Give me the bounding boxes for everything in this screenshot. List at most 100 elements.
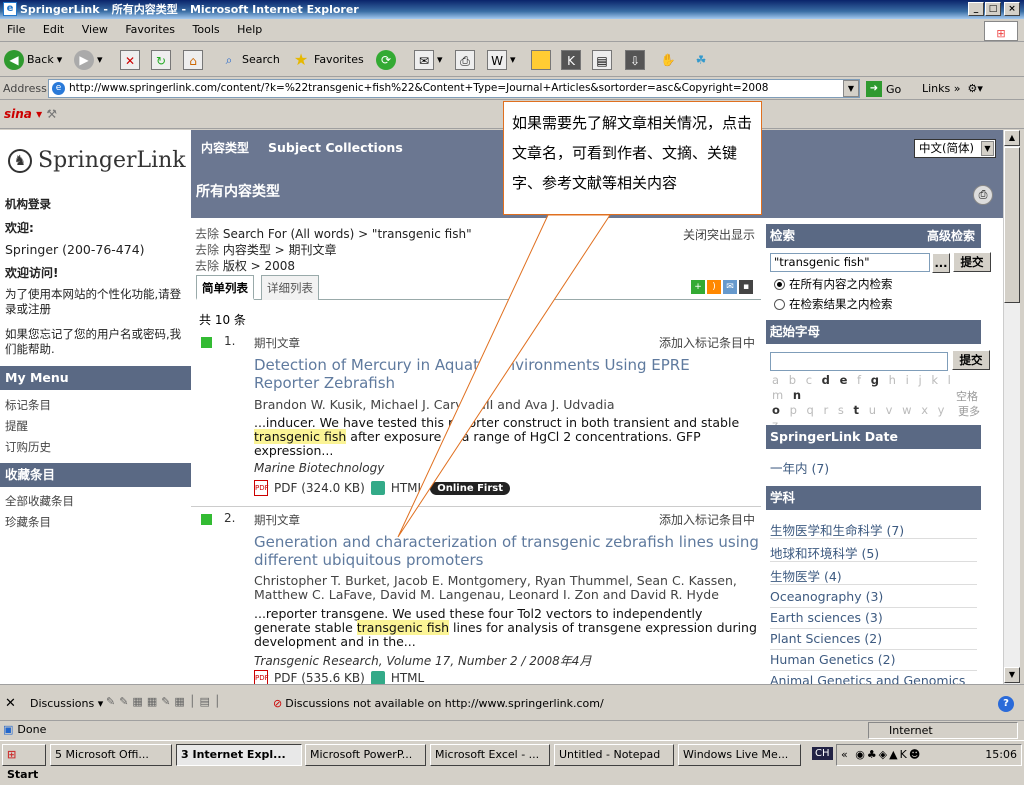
pdf-link[interactable]: PDF (535.6 KB) — [274, 671, 365, 684]
subject-link[interactable]: 生物医学和生命科学 (7) — [770, 520, 904, 539]
media-button[interactable]: ⟳ — [376, 48, 396, 72]
vertical-scrollbar[interactable]: ▲ ▼ — [1003, 130, 1020, 684]
institution-login-link[interactable]: 机构登录 — [5, 196, 51, 212]
html-link[interactable]: HTML — [391, 671, 424, 684]
subject-link[interactable]: Earth sciences (3) — [770, 610, 883, 625]
advanced-search-link[interactable]: 高级检索 — [927, 224, 975, 248]
tool-film-button[interactable]: ▤ — [592, 48, 612, 72]
task-excel[interactable]: Microsoft Excel - ... — [430, 744, 550, 766]
result-journal-link[interactable]: Marine Biotechnology — [254, 461, 384, 475]
task-live-messenger[interactable]: Windows Live Me... — [678, 744, 801, 766]
menu-favorites[interactable]: Favorites — [118, 20, 182, 36]
links-button[interactable]: Links » ⚙▾ — [922, 82, 983, 95]
mymenu-item-orders[interactable]: 订购历史 — [5, 439, 51, 455]
favorites-button[interactable]: ★ Favorites — [291, 48, 364, 72]
task-ie[interactable]: 3 Internet Expl... — [176, 744, 302, 766]
subject-link[interactable]: Animal Genetics and Genomics — [770, 673, 965, 684]
rss-icon[interactable]: ) — [707, 280, 721, 294]
html-link[interactable]: HTML — [391, 481, 424, 495]
notes-button[interactable] — [531, 48, 551, 72]
add-to-marked-link[interactable]: 添加入标记条目中 — [659, 334, 755, 351]
task-powerpoint[interactable]: Microsoft PowerP... — [305, 744, 426, 766]
address-dropdown[interactable]: ▼ — [843, 80, 859, 97]
mymenu-item-marked[interactable]: 标记条目 — [5, 397, 51, 413]
subject-link[interactable]: Plant Sciences (2) — [770, 631, 882, 646]
discussions-menu[interactable]: Discussions ▾ — [30, 697, 103, 710]
start-button[interactable]: ⊞ Start — [2, 744, 46, 781]
start-letter-input[interactable] — [770, 352, 948, 371]
menu-help[interactable]: Help — [230, 20, 269, 36]
go-button[interactable]: ➜ Go — [866, 81, 901, 97]
scroll-thumb[interactable] — [1004, 147, 1020, 303]
remove-filter-link[interactable]: 去除 — [195, 243, 219, 257]
minimize-button[interactable]: _ — [968, 2, 984, 16]
tool-k-button[interactable]: K — [561, 48, 581, 72]
tab-content-types[interactable]: 内容类型 — [201, 139, 249, 156]
add-icon[interactable]: + — [691, 280, 705, 294]
result-journal-link[interactable]: Transgenic Research, Volume 17, Number 2… — [254, 652, 591, 669]
tab-detailed-list[interactable]: 详细列表 — [261, 275, 319, 300]
search-submit-button[interactable]: 提交 — [953, 252, 991, 272]
letter-d-link[interactable]: d — [822, 373, 833, 387]
menu-edit[interactable]: Edit — [36, 20, 71, 36]
menu-view[interactable]: View — [75, 20, 115, 36]
tool-save-button[interactable]: ⇩ — [625, 48, 645, 72]
print-icon[interactable]: ⎙ — [973, 185, 993, 205]
subject-link[interactable]: 生物医学 (4) — [770, 566, 842, 585]
scroll-up-icon[interactable]: ▲ — [1004, 130, 1020, 146]
forgot-password-text[interactable]: 如果您忘记了您的用户名或密码,我们能帮助. — [5, 327, 187, 357]
search-button[interactable]: ⌕ Search — [219, 48, 280, 72]
search-input[interactable]: "transgenic fish" — [770, 253, 930, 272]
subject-link[interactable]: 地球和环境科学 (5) — [770, 543, 879, 562]
subject-link[interactable]: Oceanography (3) — [770, 589, 883, 604]
remove-filter-link[interactable]: 去除 — [195, 259, 219, 273]
close-button[interactable]: × — [1004, 2, 1020, 16]
search-options-button[interactable]: ... — [932, 253, 950, 273]
scroll-down-icon[interactable]: ▼ — [1004, 667, 1020, 683]
save-icon[interactable]: ▪ — [739, 280, 753, 294]
springerlink-logo[interactable]: ♞ SpringerLink — [8, 148, 186, 173]
forward-button[interactable]: ▶ ▾ — [74, 48, 103, 72]
pdf-link[interactable]: PDF (324.0 KB) — [274, 481, 365, 495]
collection-item-favorites[interactable]: 珍藏条目 — [5, 514, 51, 530]
close-icon[interactable]: ✕ — [5, 696, 16, 711]
add-to-marked-link[interactable]: 添加入标记条目中 — [659, 511, 755, 528]
letter-n-link[interactable]: n — [793, 388, 804, 402]
print-button[interactable]: ⎙ — [455, 48, 475, 72]
radio-search-all[interactable]: 在所有内容之内检索 — [774, 276, 893, 292]
refresh-button[interactable]: ↻ — [151, 48, 171, 72]
more-link[interactable]: 更多 — [958, 403, 980, 419]
letter-e-link[interactable]: e — [840, 373, 851, 387]
messenger-button[interactable]: ☘ — [691, 48, 711, 72]
back-button[interactable]: ◀ Back ▾ — [4, 48, 62, 72]
stop-button[interactable]: ✕ — [120, 48, 140, 72]
collection-item-all[interactable]: 全部收藏条目 — [5, 493, 74, 509]
letter-t-link[interactable]: t — [854, 403, 863, 417]
address-input[interactable]: e http://www.springerlink.com/content/?k=… — [48, 79, 860, 98]
sina-logo[interactable]: sina ▾ ⚒ — [4, 107, 57, 121]
personalize-text[interactable]: 为了使用本网站的个性化功能,请登录或注册 — [5, 287, 187, 317]
subject-link[interactable]: Human Genetics (2) — [770, 652, 895, 667]
space-link[interactable]: 空格 — [956, 388, 978, 404]
remove-filter-link[interactable]: 去除 — [195, 227, 219, 241]
maximize-button[interactable]: □ — [985, 2, 1001, 16]
tool-hand-button[interactable]: ✋ — [658, 48, 678, 72]
help-icon[interactable]: ? — [998, 696, 1014, 712]
menu-file[interactable]: File — [0, 20, 32, 36]
tray-icons[interactable]: « ◉♣◈▲K☻ — [837, 745, 922, 765]
result-title-link[interactable]: Detection of Mercury in Aquatic Environm… — [254, 356, 759, 392]
tab-subject-collections[interactable]: Subject Collections — [268, 140, 403, 155]
language-indicator[interactable]: CH — [812, 747, 833, 760]
letter-o-link[interactable]: o — [772, 403, 783, 417]
home-button[interactable]: ⌂ — [183, 48, 203, 72]
tab-simple-list[interactable]: 简单列表 — [196, 275, 254, 300]
email-icon[interactable]: ✉ — [723, 280, 737, 294]
result-title-link[interactable]: Generation and characterization of trans… — [254, 533, 759, 569]
task-office[interactable]: 5 Microsoft Offi... — [50, 744, 172, 766]
edit-button[interactable]: W ▾ — [487, 48, 516, 72]
radio-search-results[interactable]: 在检索结果之内检索 — [774, 296, 893, 312]
mail-button[interactable]: ✉ ▾ — [414, 48, 443, 72]
date-item-link[interactable]: 一年内 (7) — [770, 458, 829, 477]
start-letter-submit-button[interactable]: 提交 — [952, 350, 990, 370]
menu-tools[interactable]: Tools — [186, 20, 227, 36]
